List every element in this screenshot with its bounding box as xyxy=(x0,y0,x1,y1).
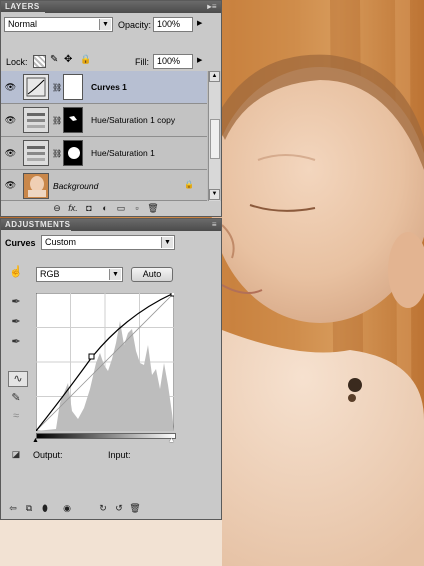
layer-list: 👁 ⛓ Curves 1 👁 ⛓ Hue/Saturation 1 copy 👁 xyxy=(1,71,221,201)
layer-row-hue-saturation-1[interactable]: 👁 ⛓ Hue/Saturation 1 xyxy=(1,137,207,170)
layers-bottom-toolbar: ⊖ fx. ◘ ◐ ▭ ▫ 🗑 xyxy=(49,203,161,217)
layer-row-background[interactable]: 👁 Background 🔒 xyxy=(1,170,207,201)
chevron-down-icon: ▼ xyxy=(161,237,173,248)
opacity-arrow-icon[interactable]: ▶ xyxy=(197,19,202,27)
eye-icon[interactable]: 👁 xyxy=(3,178,18,193)
lock-brush-icon[interactable]: ✎ xyxy=(50,54,58,65)
lock-icon: 🔒 xyxy=(184,180,194,189)
hue-saturation-adjustment-icon xyxy=(23,107,49,133)
link-icon[interactable]: ⛓ xyxy=(52,116,62,125)
eye-icon[interactable]: 👁 xyxy=(3,113,18,128)
reset-icon[interactable]: ↺ xyxy=(111,503,127,514)
fill-label: Fill: xyxy=(135,57,149,67)
adjustments-panel-header: ADJUSTMENTS ≡ xyxy=(1,219,221,232)
trash-icon[interactable]: 🗑 xyxy=(127,503,143,514)
targeted-adjustment-icon[interactable]: ☝ xyxy=(8,265,24,279)
output-label: Output: xyxy=(33,450,63,460)
opacity-field[interactable]: 100% xyxy=(153,17,193,32)
curve-edit-icon[interactable]: ∿ xyxy=(8,371,28,387)
layer-mask-thumbnail[interactable] xyxy=(63,107,83,133)
link-layers-icon[interactable]: ⊖ xyxy=(49,203,65,214)
adjustments-panel-title: ADJUSTMENTS xyxy=(5,220,71,229)
layer-mask-thumbnail[interactable] xyxy=(63,140,83,166)
panel-menu-icon[interactable]: ≡ xyxy=(212,219,217,231)
pencil-draw-icon[interactable]: ✎ xyxy=(8,391,24,405)
smooth-curve-icon[interactable]: ≈ xyxy=(8,409,24,423)
layer-name: Hue/Saturation 1 copy xyxy=(91,115,176,125)
scroll-up-icon[interactable]: ▲ xyxy=(209,71,220,82)
lock-label: Lock: xyxy=(6,57,28,67)
curves-graph[interactable] xyxy=(35,291,176,432)
new-layer-icon[interactable]: ▫ xyxy=(129,203,145,213)
preset-select[interactable]: Custom ▼ xyxy=(41,235,175,250)
channel-select[interactable]: RGB ▼ xyxy=(36,267,123,282)
layer-name: Hue/Saturation 1 xyxy=(91,148,155,158)
scroll-thumb[interactable] xyxy=(210,119,220,159)
layers-panel-title: LAYERS xyxy=(5,2,40,11)
layers-panel-header: LAYERS ▸≡ xyxy=(1,1,221,14)
adjustments-bottom-toolbar: ⇦ ⧉ ⬮ ◉ ↻ ↺ 🗑 xyxy=(5,503,220,517)
lock-all-icon[interactable]: 🔒 xyxy=(80,54,91,65)
black-point-eyedropper-icon[interactable]: ✒ xyxy=(8,295,24,309)
layer-name: Curves 1 xyxy=(91,82,127,92)
hue-saturation-adjustment-icon xyxy=(23,140,49,166)
clipping-warning-icon[interactable]: ◪ xyxy=(8,447,24,461)
blend-mode-select[interactable]: Normal ▼ xyxy=(4,17,113,32)
lock-move-icon[interactable]: ✥ xyxy=(64,54,72,65)
eye-icon[interactable]: 👁 xyxy=(3,80,18,95)
opacity-label: Opacity: xyxy=(118,20,152,30)
add-mask-icon[interactable]: ◘ xyxy=(81,203,97,213)
scroll-down-icon[interactable]: ▼ xyxy=(209,189,220,200)
opacity-value: 100% xyxy=(157,19,181,29)
curves-adjustment-icon xyxy=(23,74,49,100)
preset-value: Custom xyxy=(45,237,77,247)
new-group-icon[interactable]: ▭ xyxy=(113,203,129,214)
adjustments-panel: ADJUSTMENTS ≡ Curves Custom ▼ ☝ RGB ▼ Au… xyxy=(0,218,222,520)
black-slider-icon[interactable]: ▲ xyxy=(32,437,39,444)
adjustment-type-label: Curves xyxy=(5,238,36,248)
link-icon[interactable]: ⛓ xyxy=(52,149,62,158)
layer-row-curves-1[interactable]: 👁 ⛓ Curves 1 xyxy=(1,71,207,104)
layer-style-icon[interactable]: fx. xyxy=(65,203,81,213)
eye-icon[interactable]: 👁 xyxy=(3,146,18,161)
white-point-eyedropper-icon[interactable]: ✒ xyxy=(8,335,24,349)
white-slider-icon[interactable]: ▲ xyxy=(168,437,175,444)
fill-value: 100% xyxy=(157,56,181,66)
fill-field[interactable]: 100% xyxy=(153,54,193,69)
layers-scrollbar[interactable]: ▲ ▼ xyxy=(208,71,220,201)
view-previous-icon[interactable]: ↻ xyxy=(95,503,111,514)
gray-point-eyedropper-icon[interactable]: ✒ xyxy=(8,315,24,329)
blend-mode-value: Normal xyxy=(8,19,38,29)
link-icon[interactable]: ⛓ xyxy=(52,83,62,92)
input-label: Input: xyxy=(108,450,131,460)
layer-name: Background xyxy=(53,181,99,191)
lock-transparent-icon[interactable] xyxy=(33,55,46,68)
expanded-view-icon[interactable]: ⧉ xyxy=(21,503,37,514)
chevron-down-icon: ▼ xyxy=(109,269,121,280)
auto-button-label: Auto xyxy=(142,269,162,279)
visibility-icon[interactable]: ◉ xyxy=(59,503,75,514)
chevron-down-icon: ▼ xyxy=(99,19,111,30)
delete-layer-icon[interactable]: 🗑 xyxy=(145,203,161,214)
panel-menu-icon[interactable]: ▸≡ xyxy=(207,1,217,13)
auto-button[interactable]: Auto xyxy=(131,267,173,282)
layers-panel: LAYERS ▸≡ Normal ▼ Opacity: 100% ▶ Lock:… xyxy=(0,0,222,217)
fill-arrow-icon[interactable]: ▶ xyxy=(197,56,202,64)
layer-row-hue-saturation-1-copy[interactable]: 👁 ⛓ Hue/Saturation 1 copy xyxy=(1,104,207,137)
new-adjustment-icon[interactable]: ◐ xyxy=(97,203,113,213)
curves-graph-svg xyxy=(35,291,176,432)
layer-mask-thumbnail[interactable] xyxy=(63,74,83,100)
input-gradient-bar xyxy=(36,433,176,439)
channel-value: RGB xyxy=(40,269,60,279)
background-thumbnail xyxy=(23,173,49,199)
back-arrow-icon[interactable]: ⇦ xyxy=(5,503,21,514)
clip-to-layer-icon[interactable]: ⬮ xyxy=(37,503,53,514)
